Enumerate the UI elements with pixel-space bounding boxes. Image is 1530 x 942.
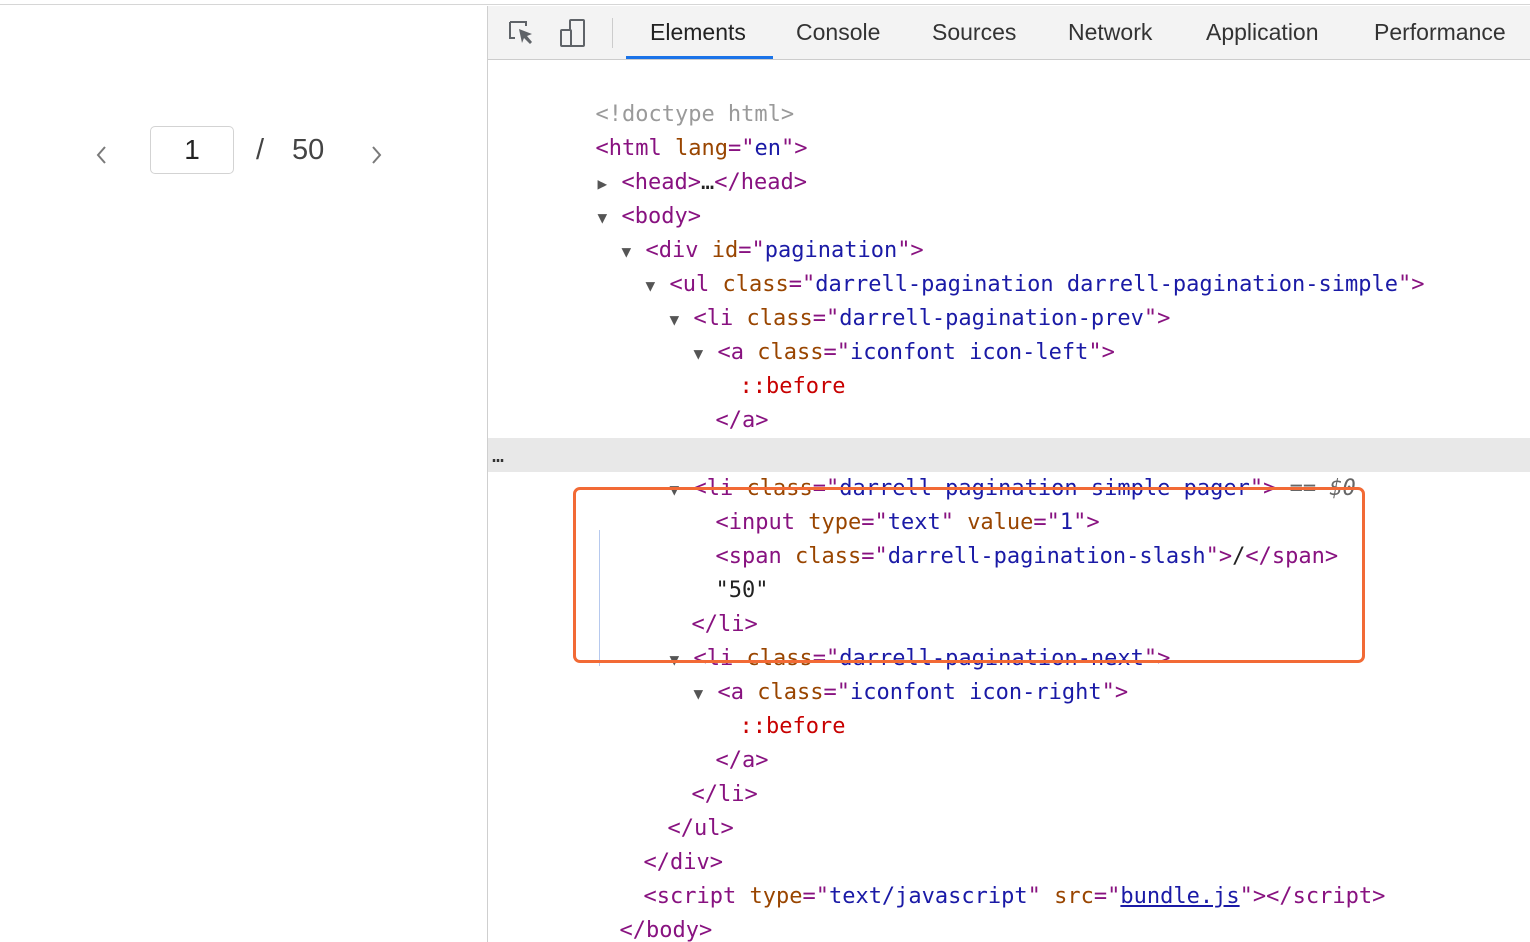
page-number-input[interactable] (150, 126, 234, 174)
chevron-right-icon[interactable] (366, 142, 386, 168)
devtools-toolbar: Elements Console Sources Network Applica… (488, 6, 1530, 60)
page-preview: / 50 (0, 6, 487, 942)
tree-row[interactable]: ▶ <head>…</head> (488, 132, 1530, 195)
pagination-slash: / (256, 134, 265, 166)
tree-row[interactable]: ▼ <a class="iconfont icon-left"> (488, 302, 1530, 365)
tree-row[interactable]: </ul> (488, 778, 1530, 841)
tree-row[interactable]: ▼ <body> (488, 166, 1530, 229)
tree-row[interactable]: </body> (488, 880, 1530, 942)
tab-elements[interactable]: Elements (650, 6, 746, 59)
tree-row[interactable]: ::before (488, 336, 1530, 399)
tree-row[interactable]: </li> (488, 404, 1530, 467)
tab-network[interactable]: Network (1068, 6, 1152, 59)
tree-row[interactable]: ▼ <ul class="darrell-pagination darrell-p… (488, 234, 1530, 297)
toolbar-separator (612, 18, 613, 48)
devtools-panel: Elements Console Sources Network Applica… (487, 6, 1530, 942)
tree-row[interactable]: ::before (488, 676, 1530, 739)
chevron-left-icon[interactable] (92, 142, 112, 168)
tree-row[interactable]: </a> (488, 710, 1530, 773)
dom-tree: <!doctype html> <html lang="en"> ▶ <head>… (488, 60, 1530, 942)
tree-row[interactable]: </li> (488, 744, 1530, 807)
tree-row[interactable]: </html> (488, 914, 1530, 942)
tree-row[interactable]: </a> (488, 370, 1530, 433)
window-top-border (0, 0, 1530, 5)
tab-sources[interactable]: Sources (932, 6, 1016, 59)
tab-console[interactable]: Console (796, 6, 880, 59)
tree-row[interactable]: ▼ <li class="darrell-pagination-prev"> (488, 268, 1530, 331)
inspect-element-icon[interactable] (506, 16, 538, 50)
tree-row[interactable]: ▼ <div id="pagination"> (488, 200, 1530, 263)
pagination-total: 50 (292, 134, 325, 166)
tab-performance[interactable]: Performance (1374, 6, 1506, 59)
tree-row[interactable]: <script type="text/javascript" src="bund… (488, 846, 1530, 909)
tree-row[interactable]: </div> (488, 812, 1530, 875)
device-toggle-icon[interactable] (558, 16, 590, 50)
tree-row[interactable]: <html lang="en"> (488, 98, 1530, 161)
tree-row-selected[interactable]: … ▼ <li class="darrell-pagination-simple-p… (488, 438, 1530, 501)
annotation-highlight-box (573, 487, 1365, 663)
more-options-icon[interactable]: … (492, 438, 505, 472)
active-tab-indicator (626, 56, 773, 59)
tree-row[interactable]: <!doctype html> (488, 64, 1530, 127)
tab-application[interactable]: Application (1206, 6, 1319, 59)
